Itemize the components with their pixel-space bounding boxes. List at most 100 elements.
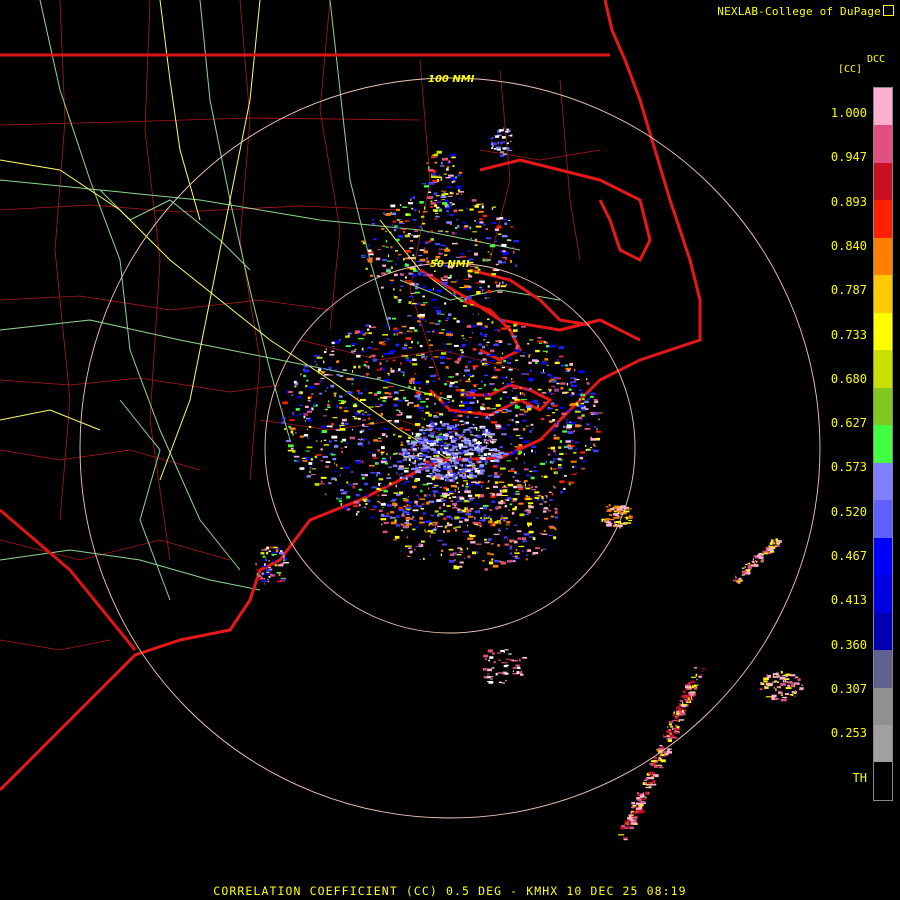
echo-pixel [499,130,502,133]
echo-pixel [784,680,787,683]
echo-pixel [553,436,560,440]
echo-pixel [456,482,459,484]
echo-pixel [445,247,449,250]
echo-pixel [472,449,477,451]
echo-pixel [400,550,402,552]
echo-pixel [442,503,445,506]
echo-pixel [476,203,481,206]
echo-pixel [568,388,572,391]
echo-pixel [515,255,518,258]
echo-pixel [547,510,552,512]
echo-pixel [487,475,493,477]
echo-pixel [481,434,487,436]
echo-pixel [416,503,418,506]
echo-pixel [407,443,411,445]
echo-pixel [355,512,358,516]
echo-pixel [557,422,560,426]
echo-pixel [404,481,411,483]
credit-text: NEXLAB-College of DuPage [717,5,881,18]
echo-pixel [482,358,487,360]
echo-pixel [429,170,436,172]
echo-pixel [459,379,462,382]
echo-pixel [413,386,416,390]
echo-pixel [464,429,471,431]
echo-pixel [473,438,478,442]
echo-pixel [363,374,365,377]
echo-pixel [491,320,494,324]
echo-pixel [412,528,416,531]
echo-pixel [413,519,417,521]
echo-pixel [498,340,503,343]
echo-pixel [528,484,531,486]
echo-pixel [485,442,488,444]
echo-pixel [594,400,599,404]
radar-map[interactable]: 100 NMI 50 NMI [0,0,900,900]
echo-pixel [455,501,457,503]
echo-pixel [487,538,492,541]
echo-pixel [445,193,449,195]
echo-pixel [349,436,355,440]
echo-pixel [304,365,310,368]
echo-pixel [494,135,496,137]
echo-pixel [398,452,402,455]
echo-pixel [294,385,297,388]
echo-pixel [458,191,464,193]
echo-pixel [432,521,438,524]
echo-pixel [434,464,438,467]
echo-pixel [567,370,570,372]
echo-pixel [307,419,312,422]
echo-pixel [295,408,300,411]
echo-pixel [409,240,413,242]
echo-pixel [457,547,462,549]
echo-pixel [463,278,470,280]
echo-pixel [618,834,625,836]
echo-pixel [507,343,512,345]
echo-pixel [645,778,649,781]
echo-pixel [467,498,473,501]
echo-pixel [517,446,521,450]
echo-pixel [393,333,396,336]
echo-pixel [407,233,411,235]
echo-pixel [341,450,343,454]
echo-pixel [406,415,412,419]
echo-pixel [358,504,361,507]
echo-pixel [377,494,380,497]
echo-pixel [570,394,573,397]
echo-pixel [484,363,490,366]
echo-pixel [418,452,423,454]
echo-pixel [443,475,447,478]
echo-pixel [381,494,387,496]
echo-pixel [744,563,748,566]
echo-pixel [555,388,558,391]
echo-pixel [396,332,399,336]
echo-pixel [760,682,763,685]
echo-pixel [358,332,365,335]
echo-pixel [521,392,524,395]
echo-pixel [448,376,454,378]
echo-pixel [446,381,451,382]
echo-pixel [414,456,419,459]
echo-pixel [465,391,471,393]
echo-pixel [438,441,441,445]
echo-pixel [495,368,501,372]
echo-pixel [467,250,472,252]
echo-pixel [780,683,786,686]
echo-pixel [478,210,484,213]
echo-pixel [391,517,396,519]
echo-pixel [377,391,381,393]
echo-pixel [449,425,454,427]
echo-pixel [405,276,407,279]
echo-pixel [474,469,481,473]
echo-pixel [467,269,473,273]
echo-pixel [427,210,429,212]
echo-pixel [514,479,519,482]
echo-pixel [499,282,501,285]
echo-pixel [461,343,467,346]
echo-pixel [557,466,563,469]
echo-pixel [690,691,694,694]
echo-pixel [386,504,393,507]
echo-pixel [346,391,353,394]
echo-pixel [409,381,413,385]
echo-pixel [505,679,507,682]
echo-pixel [648,771,653,775]
